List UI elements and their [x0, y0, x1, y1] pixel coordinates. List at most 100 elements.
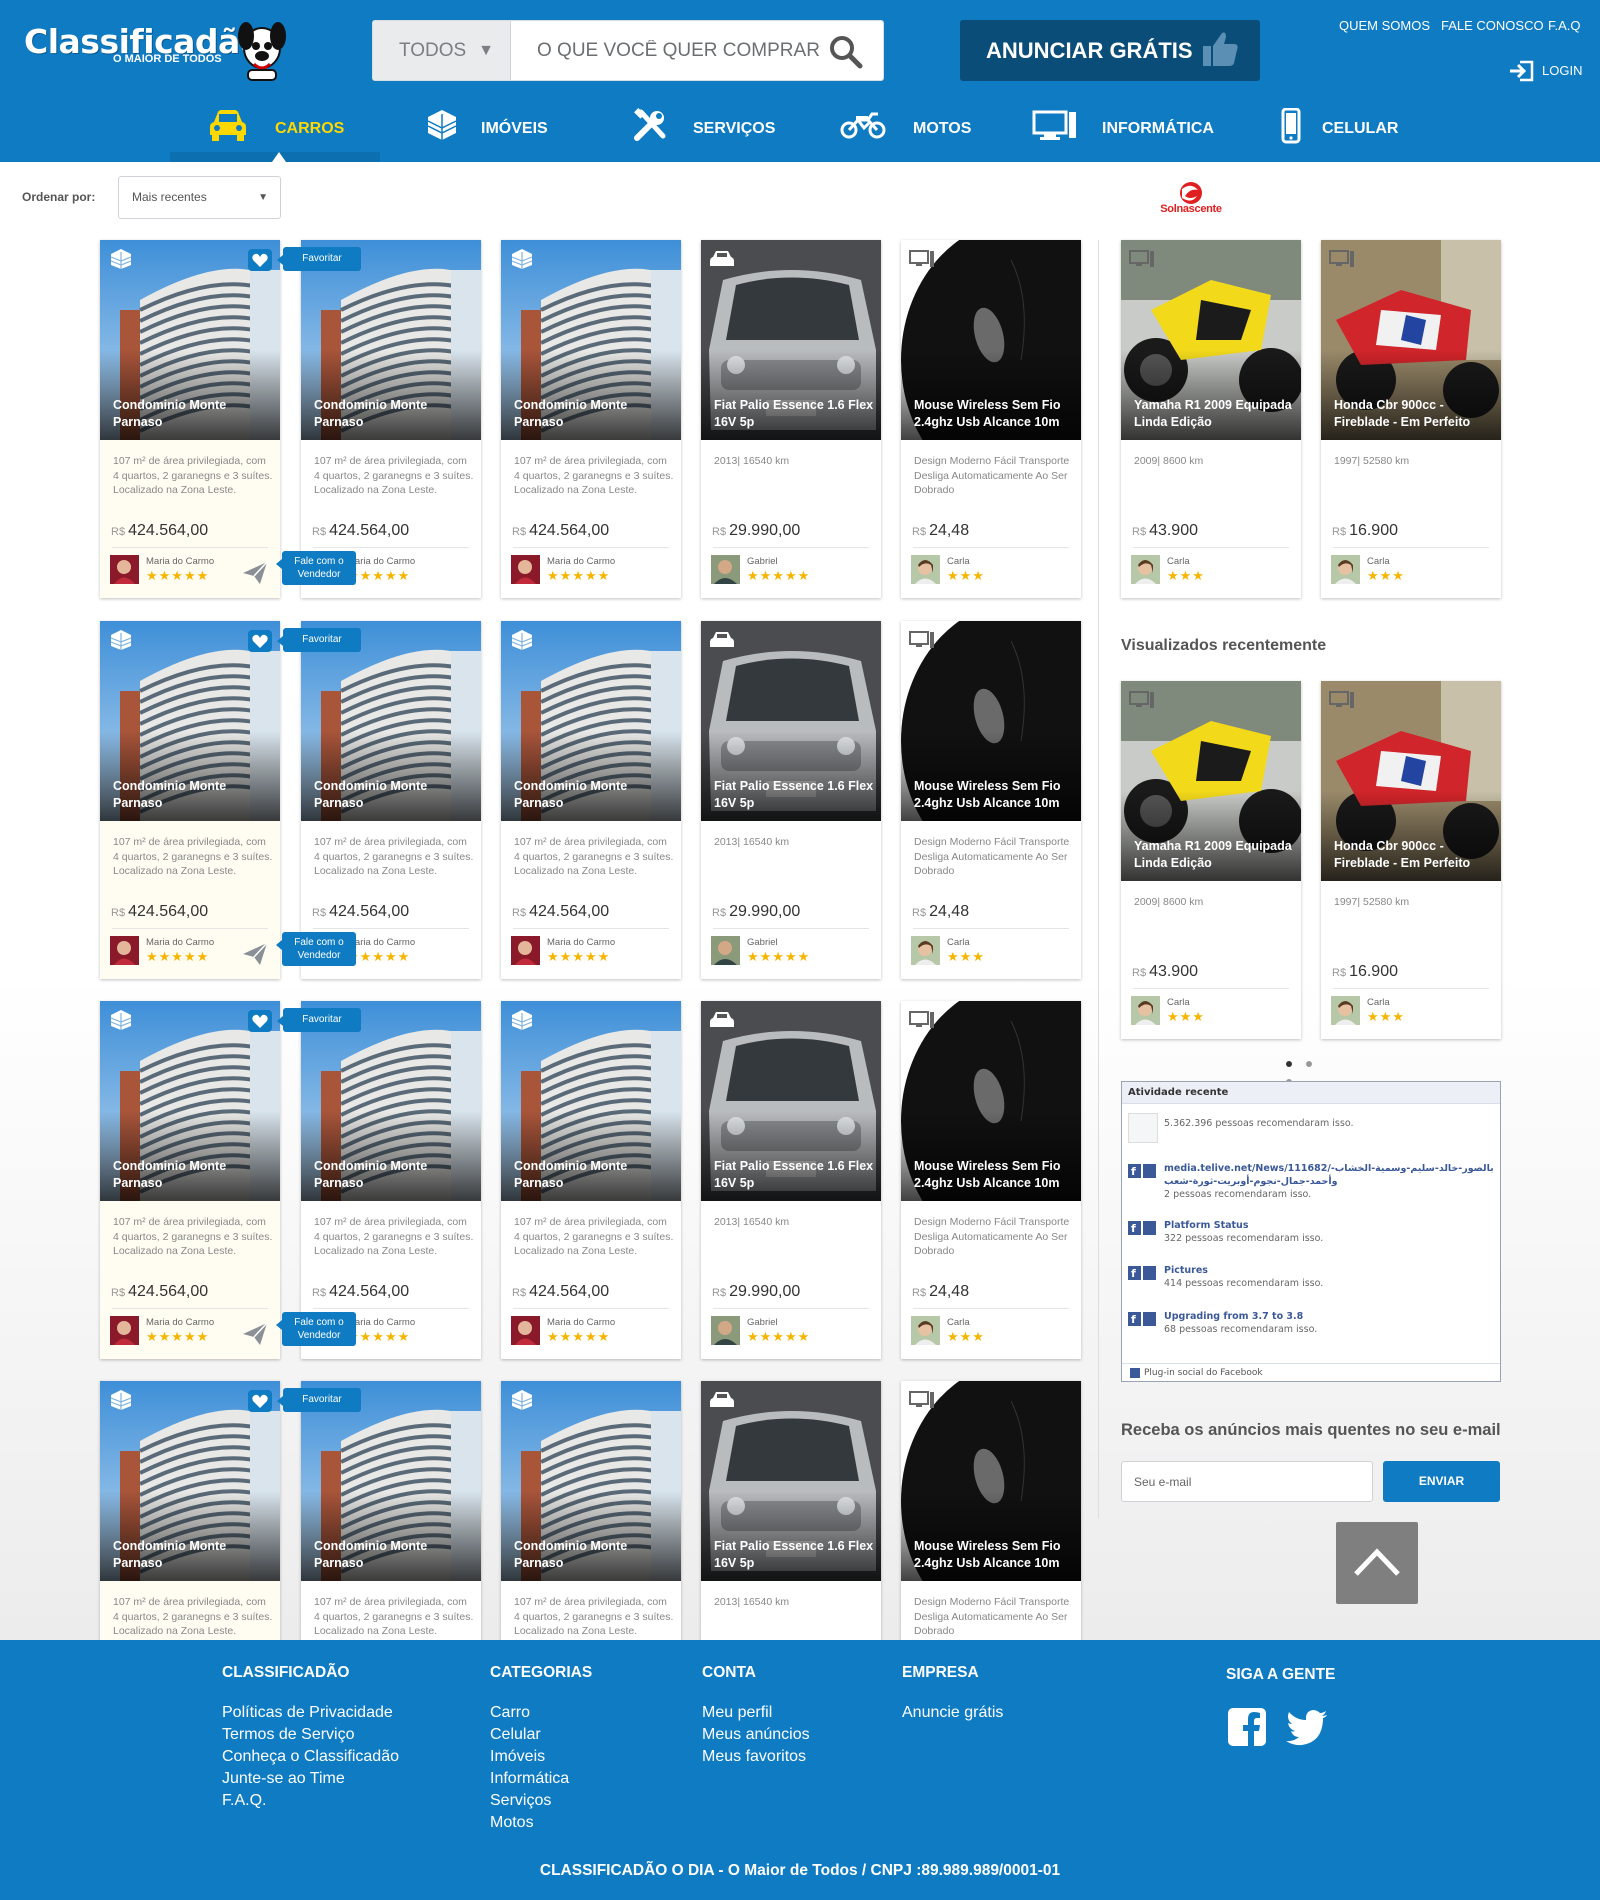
footer-link[interactable]: Motos — [490, 1812, 592, 1834]
seller-name[interactable]: Carla — [1367, 997, 1390, 1008]
facebook-item[interactable]: 5.362.396 pessoas recomendaram isso. — [1128, 1113, 1493, 1145]
footer-link[interactable]: Serviços — [490, 1790, 592, 1812]
send-message-icon[interactable] — [242, 1322, 268, 1346]
footer-link[interactable]: Meu perfil — [702, 1702, 810, 1724]
nav-celular[interactable]: CELULAR — [1280, 100, 1420, 160]
seller-name[interactable]: Maria do Carmo — [547, 937, 615, 948]
listing-image[interactable]: Mouse Wireless Sem Fio 2.4ghz Usb Alcanc… — [901, 240, 1081, 440]
footer-link[interactable]: Meus favoritos — [702, 1746, 810, 1768]
seller-name[interactable]: Carla — [947, 556, 970, 567]
listing-card[interactable]: Condominio Monte Parnaso 107 m² de área p… — [501, 240, 681, 598]
seller-avatar[interactable] — [1131, 555, 1160, 584]
listing-title[interactable]: Fiat Palio Essence 1.6 Flex 16V 5p — [714, 1158, 874, 1192]
listing-image[interactable]: Condominio Monte Parnaso — [501, 240, 681, 440]
listing-title[interactable]: Condominio Monte Parnaso — [514, 1158, 674, 1192]
listing-title[interactable]: Condominio Monte Parnaso — [113, 397, 273, 431]
listing-card[interactable]: Mouse Wireless Sem Fio 2.4ghz Usb Alcanc… — [901, 1381, 1081, 1640]
facebook-item-link[interactable]: Pictures — [1164, 1265, 1208, 1276]
listing-card[interactable]: Fiat Palio Essence 1.6 Flex 16V 5p 2013| … — [701, 621, 881, 979]
seller-avatar[interactable] — [911, 936, 940, 965]
listing-image[interactable]: Fiat Palio Essence 1.6 Flex 16V 5p — [701, 240, 881, 440]
seller-name[interactable]: Maria do Carmo — [146, 1317, 214, 1328]
listing-image[interactable]: Condominio Monte Parnaso — [501, 1381, 681, 1581]
seller-name[interactable]: Maria do Carmo — [347, 937, 415, 948]
heart-icon[interactable] — [248, 630, 272, 652]
heart-icon[interactable] — [248, 249, 272, 271]
newsletter-email-input[interactable] — [1121, 1461, 1373, 1502]
listing-title[interactable]: Mouse Wireless Sem Fio 2.4ghz Usb Alcanc… — [914, 1158, 1074, 1192]
sponsor-logo[interactable]: Solnascente — [1152, 180, 1230, 218]
seller-avatar[interactable] — [511, 1316, 540, 1345]
seller-name[interactable]: Maria do Carmo — [146, 937, 214, 948]
facebook-item[interactable]: f Pictures 414 pessoas recomendaram isso. — [1128, 1264, 1493, 1292]
listing-card[interactable]: Condominio Monte Parnaso 107 m² de área p… — [301, 1001, 481, 1359]
listing-image[interactable]: Fiat Palio Essence 1.6 Flex 16V 5p — [701, 621, 881, 821]
seller-name[interactable]: Gabriel — [747, 556, 778, 567]
listing-title[interactable]: Yamaha R1 2009 Equipada Linda Edição — [1134, 397, 1294, 431]
seller-name[interactable]: Carla — [1167, 556, 1190, 567]
footer-link[interactable]: Celular — [490, 1724, 592, 1746]
listing-card[interactable]: Condominio Monte Parnaso 107 m² de área p… — [501, 1001, 681, 1359]
listing-card[interactable]: Fiat Palio Essence 1.6 Flex 16V 5p 2013| … — [701, 1381, 881, 1640]
newsletter-submit-button[interactable]: ENVIAR — [1383, 1461, 1500, 1502]
listing-card[interactable]: Condominio Monte Parnaso 107 m² de área p… — [100, 621, 280, 979]
footer-link[interactable]: Meus anúncios — [702, 1724, 810, 1746]
facebook-icon[interactable] — [1228, 1708, 1266, 1746]
carousel-dots[interactable] — [1286, 1054, 1336, 1085]
carousel-dot[interactable] — [1306, 1061, 1312, 1067]
seller-name[interactable]: Maria do Carmo — [547, 556, 615, 567]
seller-avatar[interactable] — [711, 555, 740, 584]
listing-title[interactable]: Condominio Monte Parnaso — [113, 778, 273, 812]
heart-icon[interactable] — [248, 1010, 272, 1032]
facebook-item[interactable]: f media.telive.net/News/111682/بالصور-خا… — [1128, 1162, 1494, 1202]
listing-image[interactable]: Condominio Monte Parnaso — [501, 621, 681, 821]
listing-image[interactable]: Condominio Monte Parnaso — [501, 1001, 681, 1201]
footer-link[interactable]: Conheça o Classificadão — [222, 1746, 399, 1768]
seller-name[interactable]: Gabriel — [747, 937, 778, 948]
listing-card[interactable]: Condominio Monte Parnaso 107 m² de área p… — [301, 1381, 481, 1640]
facebook-item-link[interactable]: media.telive.net/News/111682/بالصور-خالد… — [1164, 1163, 1494, 1187]
listing-title[interactable]: Honda Cbr 900cc - Fireblade - Em Perfeit… — [1334, 838, 1494, 872]
seller-avatar[interactable] — [511, 936, 540, 965]
listing-image[interactable]: Mouse Wireless Sem Fio 2.4ghz Usb Alcanc… — [901, 621, 1081, 821]
listing-title[interactable]: Condominio Monte Parnaso — [514, 778, 674, 812]
listing-card[interactable]: Condominio Monte Parnaso 107 m² de área p… — [501, 1381, 681, 1640]
heart-icon[interactable] — [248, 1390, 272, 1412]
listing-card[interactable]: Honda Cbr 900cc - Fireblade - Em Perfeit… — [1321, 240, 1501, 598]
listing-title[interactable]: Fiat Palio Essence 1.6 Flex 16V 5p — [714, 778, 874, 812]
listing-title[interactable]: Condominio Monte Parnaso — [314, 1158, 474, 1192]
listing-image[interactable]: Honda Cbr 900cc - Fireblade - Em Perfeit… — [1321, 681, 1501, 881]
seller-name[interactable]: Maria do Carmo — [146, 556, 214, 567]
listing-title[interactable]: Condominio Monte Parnaso — [113, 1158, 273, 1192]
seller-avatar[interactable] — [911, 1316, 940, 1345]
twitter-icon[interactable] — [1286, 1710, 1328, 1746]
facebook-item[interactable]: f Upgrading from 3.7 to 3.8 68 pessoas re… — [1128, 1310, 1493, 1338]
listing-card[interactable]: Mouse Wireless Sem Fio 2.4ghz Usb Alcanc… — [901, 240, 1081, 598]
seller-avatar[interactable] — [911, 555, 940, 584]
footer-link[interactable]: Termos de Serviço — [222, 1724, 399, 1746]
facebook-item[interactable]: f Platform Status 322 pessoas recomendara… — [1128, 1219, 1493, 1247]
seller-avatar[interactable] — [110, 1316, 139, 1345]
facebook-item-link[interactable]: Platform Status — [1164, 1220, 1248, 1231]
faq-link[interactable]: F.A.Q — [1548, 18, 1581, 33]
listing-card[interactable]: Condominio Monte Parnaso 107 m² de área p… — [100, 240, 280, 598]
seller-name[interactable]: Maria do Carmo — [347, 556, 415, 567]
footer-link[interactable]: Políticas de Privacidade — [222, 1702, 399, 1724]
listing-image[interactable]: Mouse Wireless Sem Fio 2.4ghz Usb Alcanc… — [901, 1381, 1081, 1581]
listing-title[interactable]: Mouse Wireless Sem Fio 2.4ghz Usb Alcanc… — [914, 397, 1074, 431]
footer-link[interactable]: Carro — [490, 1702, 592, 1724]
send-message-icon[interactable] — [242, 942, 268, 966]
listing-title[interactable]: Condominio Monte Parnaso — [514, 397, 674, 431]
seller-name[interactable]: Carla — [947, 1317, 970, 1328]
listing-card[interactable]: Condominio Monte Parnaso 107 m² de área p… — [301, 240, 481, 598]
listing-title[interactable]: Fiat Palio Essence 1.6 Flex 16V 5p — [714, 397, 874, 431]
listing-image[interactable]: Mouse Wireless Sem Fio 2.4ghz Usb Alcanc… — [901, 1001, 1081, 1201]
listing-title[interactable]: Yamaha R1 2009 Equipada Linda Edição — [1134, 838, 1294, 872]
listing-image[interactable]: Fiat Palio Essence 1.6 Flex 16V 5p — [701, 1381, 881, 1581]
listing-card[interactable]: Honda Cbr 900cc - Fireblade - Em Perfeit… — [1321, 681, 1501, 1039]
footer-link[interactable]: F.A.Q. — [222, 1790, 399, 1812]
listing-card[interactable]: Yamaha R1 2009 Equipada Linda Edição 2009… — [1121, 681, 1301, 1039]
seller-name[interactable]: Carla — [1167, 997, 1190, 1008]
seller-name[interactable]: Carla — [1367, 556, 1390, 567]
listing-card[interactable]: Condominio Monte Parnaso 107 m² de área p… — [301, 621, 481, 979]
